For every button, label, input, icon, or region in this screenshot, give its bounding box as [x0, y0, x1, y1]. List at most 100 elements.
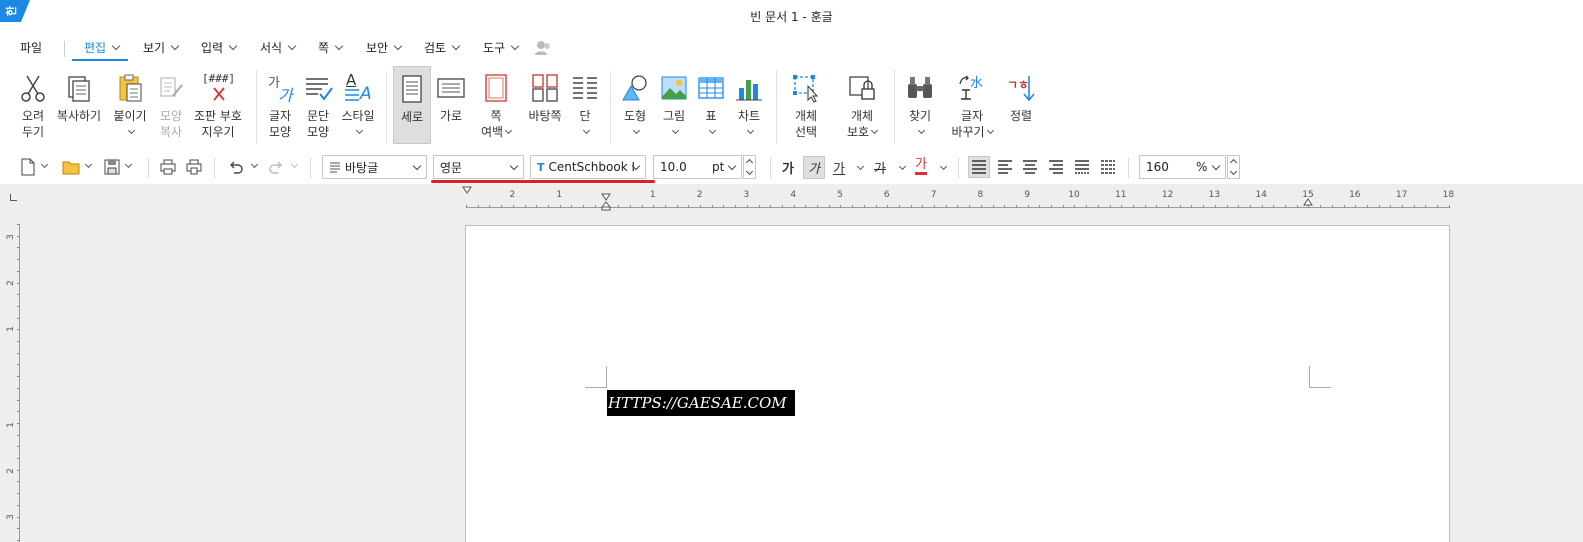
- sort-label: 정렬: [1009, 109, 1033, 123]
- save-button[interactable]: [104, 156, 133, 178]
- open-document-button[interactable]: [62, 156, 93, 178]
- ruler-tick: [1191, 205, 1193, 208]
- picture-label: 그림: [662, 109, 686, 123]
- zoom-value: 160: [1146, 160, 1169, 174]
- bold-button[interactable]: 가: [782, 158, 794, 177]
- chevron-down-icon: [727, 161, 737, 171]
- clear-format-label-1: 조판 부호: [194, 109, 242, 123]
- table-button[interactable]: 표: [694, 66, 728, 146]
- align-right-button[interactable]: [1046, 157, 1066, 181]
- strikethrough-button[interactable]: 가: [874, 158, 886, 177]
- ruler-tick: [17, 411, 20, 413]
- tab-security[interactable]: 보안: [366, 39, 403, 56]
- print-preview-icon: [186, 159, 202, 175]
- ruler-number: 3: [5, 234, 16, 240]
- document-page[interactable]: HTTPS://GAESAE.COM: [465, 225, 1450, 542]
- sort-button[interactable]: ㄱㅎ 정렬: [1004, 66, 1038, 146]
- chevron-down-icon[interactable]: [856, 162, 865, 171]
- ruler-tick: [17, 282, 20, 284]
- ruler-tick: [852, 205, 854, 208]
- tab-format[interactable]: 서식: [260, 39, 297, 56]
- ruler-tick: [700, 205, 701, 208]
- tab-insert[interactable]: 입력: [201, 39, 238, 56]
- style-button[interactable]: A A 스타일: [338, 66, 378, 146]
- ruler-tick: [1378, 205, 1380, 208]
- undo-button[interactable]: [228, 156, 259, 178]
- ruler-tick: [1437, 205, 1439, 208]
- print-button[interactable]: [160, 156, 176, 178]
- tab-review[interactable]: 검토: [424, 39, 461, 56]
- chevron-down-icon: [917, 126, 926, 135]
- underline-button[interactable]: 가: [833, 158, 845, 177]
- font-size-spinner[interactable]: [743, 155, 756, 179]
- redo-button[interactable]: [268, 156, 299, 178]
- tab-edit-label: 편집: [84, 41, 107, 55]
- clear-format-button[interactable]: [###] 조판 부호 지우기: [192, 66, 244, 146]
- align-left-button[interactable]: [995, 157, 1015, 181]
- ruler-tick: [1051, 205, 1052, 208]
- align-center-button[interactable]: [1020, 157, 1040, 181]
- font-combo[interactable]: T CentSchbook I: [530, 155, 646, 179]
- ruler-tick: [1448, 205, 1450, 208]
- font-color-button[interactable]: 가: [915, 158, 927, 175]
- zoom-combo[interactable]: 160 %: [1139, 155, 1226, 179]
- chart-button[interactable]: 차트: [731, 66, 767, 146]
- style-combo[interactable]: 바탕글: [322, 155, 427, 179]
- chevron-down-icon: [671, 126, 680, 135]
- char-shape-button[interactable]: 가 가 글자 모양: [262, 66, 298, 146]
- tab-page-label: 쪽: [318, 41, 330, 55]
- shapes-button[interactable]: 도형: [617, 66, 653, 146]
- columns-button[interactable]: 단: [568, 66, 602, 146]
- align-justify-icon: [972, 160, 986, 174]
- chevron-down-icon[interactable]: [898, 162, 907, 171]
- ruler-tick: [466, 205, 467, 208]
- selected-text[interactable]: HTTPS://GAESAE.COM: [607, 390, 795, 416]
- first-line-indent-marker-icon[interactable]: [601, 193, 611, 211]
- user-icon[interactable]: [534, 40, 552, 60]
- paste-button[interactable]: 붙이기: [110, 66, 150, 146]
- find-button[interactable]: 찾기: [902, 66, 938, 146]
- split-distribute-button[interactable]: [1098, 157, 1118, 181]
- ruler-corner-icon[interactable]: [10, 194, 17, 201]
- replace-button[interactable]: 水 글자 바꾸기: [948, 66, 996, 146]
- tab-page[interactable]: 쪽: [318, 39, 344, 56]
- tab-view[interactable]: 보기: [143, 39, 180, 56]
- landscape-button[interactable]: 가로: [433, 66, 469, 146]
- ruler-number: 5: [837, 190, 843, 200]
- para-shape-button[interactable]: 문단 모양: [300, 66, 336, 146]
- chevron-down-icon[interactable]: [939, 162, 948, 171]
- right-indent-marker-icon[interactable]: [1303, 198, 1313, 208]
- align-justify-button[interactable]: [968, 156, 990, 178]
- ruler-tick: [17, 528, 20, 530]
- tab-tools[interactable]: 도구: [483, 39, 520, 56]
- menu-file[interactable]: 파일: [20, 39, 42, 56]
- background-page-button[interactable]: 바탕쪽: [526, 66, 564, 146]
- ruler-tick: [723, 205, 725, 208]
- distribute-button[interactable]: [1072, 157, 1092, 181]
- new-document-button[interactable]: [20, 156, 49, 178]
- new-file-icon: [21, 158, 35, 176]
- italic-button[interactable]: 가: [803, 156, 825, 179]
- ruler-tick: [17, 376, 20, 378]
- language-combo[interactable]: 영문: [433, 155, 524, 179]
- protect-object-button[interactable]: 개체 보호: [840, 66, 884, 146]
- zoom-spinner[interactable]: [1227, 155, 1240, 179]
- portrait-button[interactable]: 세로: [393, 66, 431, 144]
- select-object-button[interactable]: 개체 선택: [786, 66, 826, 146]
- ruler-tick: [17, 224, 20, 225]
- copy-button[interactable]: 복사하기: [56, 66, 102, 146]
- cut-button[interactable]: 오려 두기: [14, 66, 52, 146]
- print-preview-button[interactable]: [186, 156, 202, 178]
- font-size-combo[interactable]: 10.0 pt: [653, 155, 742, 179]
- ruler-tick: [887, 205, 889, 208]
- tab-edit[interactable]: 편집: [84, 39, 121, 56]
- truetype-font-icon: T: [537, 160, 545, 174]
- ruler-tick: [1004, 205, 1006, 208]
- table-icon: [695, 72, 727, 104]
- format-copy-button[interactable]: 모양 복사: [154, 66, 188, 146]
- left-indent-marker-icon[interactable]: [462, 186, 472, 196]
- page-margin-button[interactable]: 쪽 여백: [476, 66, 516, 146]
- vertical-ruler[interactable]: 3 2 1 1 2 3: [5, 224, 20, 542]
- picture-button[interactable]: 그림: [656, 66, 692, 146]
- chevron-down-icon: [393, 41, 403, 50]
